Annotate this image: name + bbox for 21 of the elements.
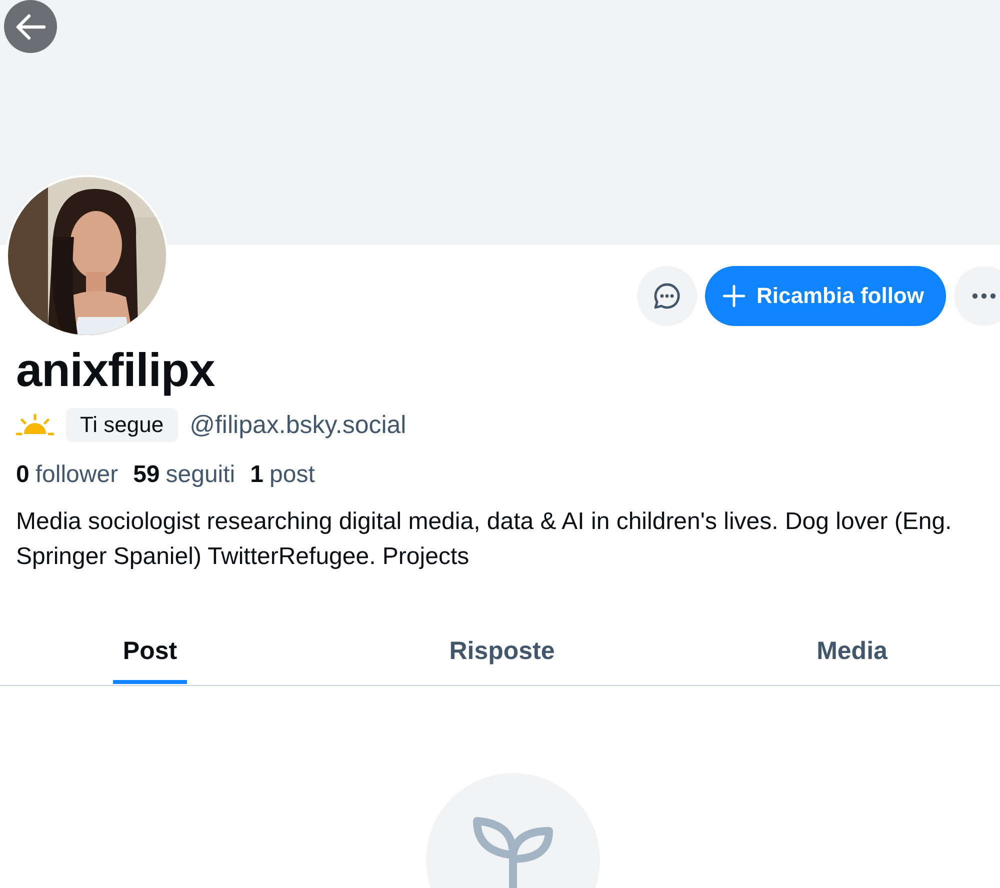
user-handle: @filipax.bsky.social [190,410,406,440]
follows-you-badge: Ti segue [66,408,178,442]
chat-bubble-icon [652,282,681,310]
more-icon [972,293,996,299]
stat-label[interactable]: seguiti [166,461,236,489]
follow-button[interactable]: Ricambia follow [704,266,946,326]
stat-count: 1 [250,461,264,489]
back-arrow-icon [16,14,46,40]
sun-icon [16,414,54,436]
profile-tab[interactable]: Risposte [439,602,565,684]
profile-tab[interactable]: Post [112,602,188,684]
stat-count: 0 [16,461,30,489]
profile-tab[interactable]: Media [806,602,898,684]
profile-bio: Media sociologist researching digital media, data & AI in children's lives. Dog lover (Eng. Springer Spaniel) TwitterRefugee. Projects [16,507,953,572]
stat-label[interactable]: follower [35,461,118,489]
display-name: anixfilipx [16,342,216,398]
stat-count: 59 [133,461,160,489]
plus-icon [722,285,745,307]
stat-label[interactable]: post [270,461,315,489]
sprout-icon [471,817,555,888]
more-button[interactable] [954,266,1000,326]
